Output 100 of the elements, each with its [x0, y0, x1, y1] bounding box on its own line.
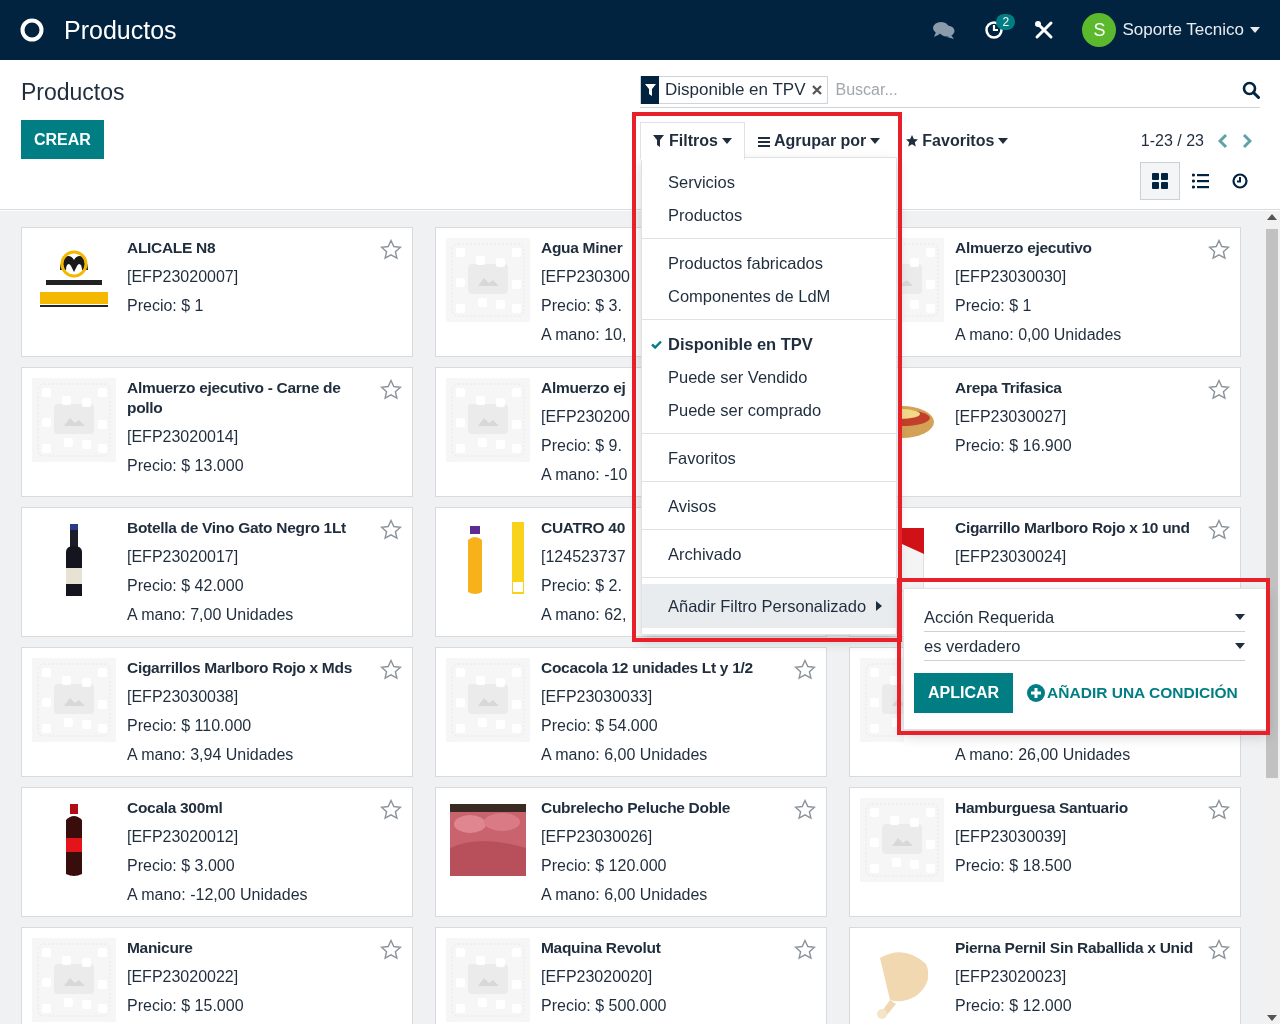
filter-menu-item[interactable]: Servicios [642, 166, 896, 199]
caret-icon [876, 601, 883, 611]
product-price: Precio: $ 12.000 [955, 996, 1072, 1016]
product-card[interactable]: ALICALE N8 [EFP23020007] Precio: $ 1 [21, 227, 413, 357]
product-code: [EFP23020012] [127, 827, 239, 847]
star-icon[interactable] [1208, 379, 1230, 401]
search-icon[interactable] [1242, 81, 1260, 99]
product-code: [EFP23020017] [127, 547, 239, 567]
product-code: [EFP23020022] [127, 967, 239, 987]
product-code: [EFP23030027] [955, 407, 1067, 427]
product-stock: A mano: 3,94 Unidades [127, 745, 294, 765]
operator-select[interactable]: es verdadero [924, 632, 1245, 661]
previous-icon[interactable] [1218, 133, 1228, 149]
product-card[interactable]: Manicure [EFP23020022] Precio: $ 15.000 [21, 927, 413, 1024]
product-price: Precio: $ 3.000 [127, 856, 235, 876]
placeholder-image-icon [32, 378, 116, 462]
clock-icon[interactable] [984, 20, 1005, 40]
product-stock: A mano: 26,00 Unidades [955, 745, 1131, 765]
product-code: [EFP23020020] [541, 967, 653, 987]
star-icon[interactable] [380, 239, 402, 261]
product-code: [EFP23030033] [541, 687, 653, 707]
next-icon[interactable] [1242, 133, 1252, 149]
check-icon [651, 340, 662, 349]
star-icon[interactable] [380, 659, 402, 681]
product-stock: A mano: 0,00 Unidades [955, 325, 1122, 345]
star-icon [906, 135, 919, 147]
kanban-view-icon [1151, 173, 1169, 189]
product-card[interactable]: Almuerzo ejecutivo - Carne de pollo [EFP23020014] Precio: $ 13.000 [21, 367, 413, 497]
product-card[interactable]: Cocala 300ml [EFP23020012] Precio: $ 3.000 A mano: -12,00 Unidades [21, 787, 413, 917]
view-button[interactable] [1140, 162, 1180, 200]
product-card[interactable]: Cocacola 12 unidades Lt y 1/2 [EFP23030033] Precio: $ 54.000 A mano: 6,00 Unidades [435, 647, 827, 777]
product-name: Cocacola 12 unidades Lt y 1/2 [541, 658, 753, 678]
star-icon[interactable] [380, 519, 402, 541]
caret-icon [998, 138, 1009, 144]
facet-label: Disponible en TPV [664, 80, 807, 100]
scroll-up-icon[interactable] [1267, 214, 1277, 220]
pager-value: 1-23 / 23 [1140, 132, 1204, 150]
scroll-down-icon[interactable] [1267, 1015, 1277, 1021]
product-price: Precio: $ 110.000 [127, 716, 252, 736]
caret-icon [1250, 27, 1260, 33]
star-icon[interactable] [1208, 519, 1230, 541]
product-card[interactable]: Botella de Vino Gato Negro 1Lt [EFP23020017] Precio: $ 42.000 A mano: 7,00 Unidades [21, 507, 413, 637]
product-code: [EFP23020007] [127, 267, 239, 287]
placeholder-image-icon [32, 658, 116, 742]
product-card[interactable]: Cubrelecho Peluche Doble [EFP23030026] Precio: $ 120.000 A mano: 6,00 Unidades [435, 787, 827, 917]
add-condition-button[interactable]: AÑADIR UNA CONDICIÓN [1027, 684, 1238, 702]
star-icon[interactable] [380, 379, 402, 401]
search-option-button[interactable]: Agrupar por [744, 122, 894, 160]
filter-icon [653, 135, 665, 147]
user-menu[interactable]: S Soporte Tecnico [1082, 13, 1260, 47]
star-icon[interactable] [380, 799, 402, 821]
caret-icon [870, 138, 881, 144]
custom-filter-item[interactable]: Añadir Filtro Personalizado [642, 584, 896, 628]
product-name: Cubrelecho Peluche Doble [541, 798, 731, 818]
star-icon[interactable] [794, 799, 816, 821]
product-name: Cocala 300ml [127, 798, 223, 818]
product-price: Precio: $ 1 [127, 296, 204, 316]
star-icon[interactable] [794, 939, 816, 961]
product-card[interactable]: Pierna Pernil Sin Raballida x Unid [EFP23020023] Precio: $ 12.000 [849, 927, 1241, 1024]
product-card[interactable]: Maquina Revolut [EFP23020020] Precio: $ 500.000 [435, 927, 827, 1024]
product-code: [EFP23020023] [955, 967, 1067, 987]
star-icon[interactable] [380, 939, 402, 961]
product-name: CUATRO 40 [541, 518, 625, 538]
search-option-button[interactable]: Filtros [640, 122, 745, 160]
search-field[interactable]: Disponible en TPV Buscar... [640, 73, 1260, 108]
placeholder-image-icon [860, 798, 944, 882]
product-code: [EFP23030039] [955, 827, 1067, 847]
product-card[interactable]: Hamburguesa Santuario [EFP23030039] Precio: $ 18.500 [849, 787, 1241, 917]
search-option-button[interactable]: Favoritos [893, 122, 1022, 160]
product-name: Almuerzo ej [541, 378, 626, 398]
star-icon[interactable] [794, 659, 816, 681]
product-price: Precio: $ 18.500 [955, 856, 1072, 876]
apply-button[interactable]: APLICAR [914, 673, 1014, 713]
tools-icon[interactable] [1034, 20, 1055, 40]
field-select[interactable]: Acción Requerida [924, 603, 1245, 632]
product-stock: A mano: 6,00 Unidades [541, 745, 708, 765]
product-code: [EFP230200 [541, 407, 630, 427]
product-price: Precio: $ 3. [541, 296, 622, 316]
page-title: Productos [21, 79, 125, 106]
chat-icon[interactable] [933, 21, 956, 39]
filter-facet[interactable]: Disponible en TPV [640, 76, 828, 104]
logo-icon[interactable] [20, 18, 44, 42]
product-name: Almuerzo ejecutivo [955, 238, 1092, 258]
scrollbar[interactable] [1264, 211, 1280, 1024]
list-view-icon [1191, 173, 1209, 189]
star-icon[interactable] [1208, 799, 1230, 821]
product-card[interactable]: Cigarrillos Marlboro Rojo x Mds [EFP23030038] Precio: $ 110.000 A mano: 3,94 Unidades [21, 647, 413, 777]
caret-icon [1235, 643, 1245, 649]
product-price: Precio: $ 15.000 [127, 996, 244, 1016]
placeholder-image-icon [446, 378, 530, 462]
product-name: Manicure [127, 938, 193, 958]
product-name: Cigarrillos Marlboro Rojo x Mds [127, 658, 352, 678]
close-icon[interactable] [811, 85, 822, 95]
create-button[interactable]: CREAR [21, 120, 104, 159]
star-icon[interactable] [1208, 939, 1230, 961]
product-stock: A mano: -12,00 Unidades [127, 885, 308, 905]
app-title: Productos [64, 15, 178, 45]
product-stock: A mano: 10, [541, 325, 627, 345]
star-icon[interactable] [1208, 239, 1230, 261]
product-name: Agua Miner [541, 238, 623, 258]
